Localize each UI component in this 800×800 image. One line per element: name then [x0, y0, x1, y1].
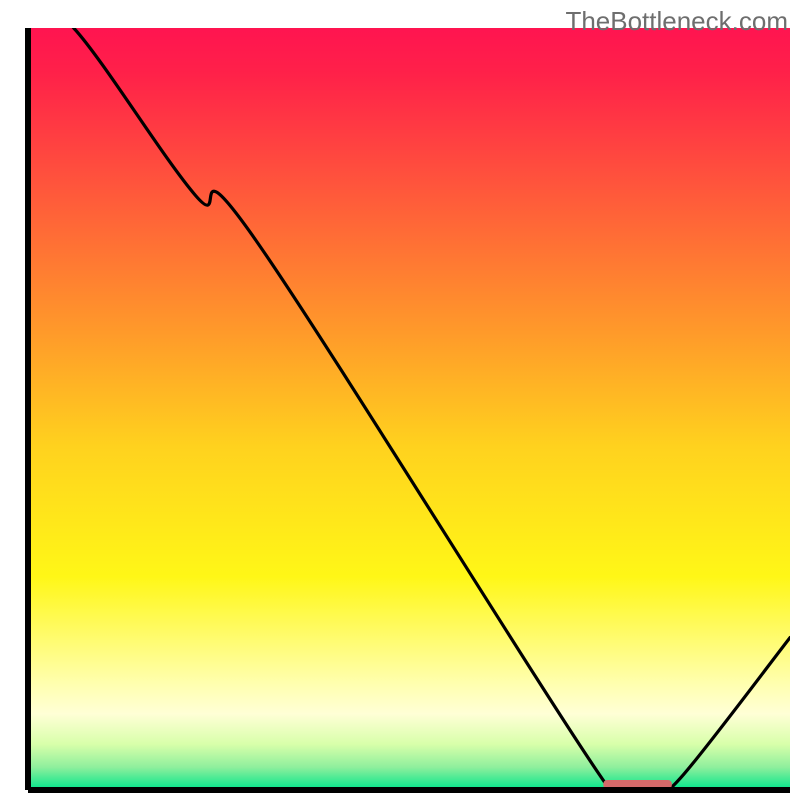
bottleneck-chart: TheBottleneck.com [0, 0, 800, 800]
chart-svg [0, 0, 800, 800]
watermark-label: TheBottleneck.com [565, 6, 788, 37]
gradient-background [28, 28, 790, 790]
